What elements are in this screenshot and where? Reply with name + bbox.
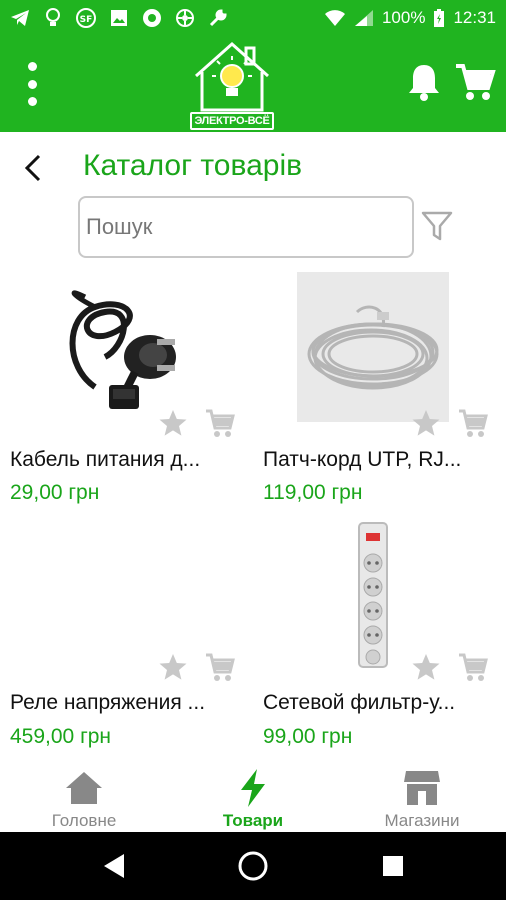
product-price: 29,00 грн <box>10 481 100 504</box>
product-name[interactable]: Реле напряжения ... <box>10 689 242 717</box>
product-name[interactable]: Патч-корд UTP, RJ... <box>263 446 495 474</box>
back-triangle-icon[interactable] <box>94 846 134 886</box>
image-icon <box>109 8 129 28</box>
product-image-power-cable[interactable] <box>0 272 240 422</box>
system-nav-bar <box>0 832 506 900</box>
battery-icon <box>433 8 445 28</box>
signal-icon <box>354 9 374 27</box>
filter-icon[interactable] <box>418 206 456 246</box>
chevron-left-icon <box>24 154 41 182</box>
logo: ЭЛЕКТРО-ВСЁ <box>190 38 274 130</box>
menu-dots-icon[interactable] <box>20 62 44 106</box>
add-to-cart-icon[interactable] <box>202 650 238 684</box>
star-icon[interactable] <box>409 406 443 440</box>
nav-item-home[interactable]: Головне <box>0 760 168 832</box>
circle-icon <box>142 8 162 28</box>
product-image-patch-cord[interactable] <box>253 272 493 422</box>
house-bulb-icon <box>195 41 269 112</box>
cart-icon[interactable] <box>454 62 496 102</box>
nav-label: Головне <box>51 811 117 830</box>
lightning-icon <box>233 768 273 808</box>
nav-label: Магазини <box>384 811 460 830</box>
star-icon[interactable] <box>156 406 190 440</box>
bottom-nav: Головне Товари Магазини <box>0 760 506 832</box>
add-to-cart-icon[interactable] <box>202 406 238 440</box>
sf-icon: SF <box>76 8 96 28</box>
nav-item-products[interactable]: Товари <box>169 760 337 832</box>
store-icon <box>402 768 442 808</box>
app-bar: ЭЛЕКТРО-ВСЁ <box>0 36 506 132</box>
product-price: 119,00 грн <box>263 481 363 504</box>
product-name[interactable]: Сетевой фильтр-у... <box>263 689 495 717</box>
nav-item-stores[interactable]: Магазини <box>338 760 506 832</box>
product-image-empty[interactable] <box>0 520 240 670</box>
product-card[interactable]: Реле напряжения ... 459,00 грн <box>0 520 240 770</box>
product-image-power-strip[interactable] <box>253 520 493 670</box>
logo-text: ЭЛЕКТРО-ВСЁ <box>190 112 274 130</box>
app-screen: SF 100% 12:31 ЭЛЕКТРО-ВСЁ Каталог товарі… <box>0 0 506 900</box>
bell-icon[interactable] <box>406 62 442 102</box>
page-title: Каталог товарів <box>83 149 303 182</box>
wrench-icon <box>208 8 228 28</box>
search-input[interactable] <box>78 196 414 258</box>
clock: 12:31 <box>453 8 496 27</box>
telegram-icon <box>10 8 30 28</box>
product-card[interactable]: Кабель питания д... 29,00 грн <box>0 272 240 522</box>
star-icon[interactable] <box>156 650 190 684</box>
recents-square-icon[interactable] <box>373 846 413 886</box>
nav-label: Товари <box>222 811 284 830</box>
aperture-icon <box>175 8 195 28</box>
add-to-cart-icon[interactable] <box>455 406 491 440</box>
home-icon <box>64 768 104 808</box>
product-price: 459,00 грн <box>10 725 112 748</box>
add-to-cart-icon[interactable] <box>455 650 491 684</box>
home-circle-icon[interactable] <box>233 846 273 886</box>
lightbulb-icon <box>43 8 63 28</box>
product-price: 99,00 грн <box>263 725 353 748</box>
status-bar: SF 100% 12:31 <box>0 0 506 36</box>
product-card[interactable]: Сетевой фильтр-у... 99,00 грн <box>253 520 493 770</box>
wifi-icon <box>324 9 346 27</box>
svg-text:SF: SF <box>80 15 93 25</box>
product-name[interactable]: Кабель питания д... <box>10 446 242 474</box>
product-card[interactable]: Патч-корд UTP, RJ... 119,00 грн <box>253 272 493 522</box>
star-icon[interactable] <box>409 650 443 684</box>
battery-percent: 100% <box>381 8 426 27</box>
back-button[interactable] <box>16 148 50 188</box>
